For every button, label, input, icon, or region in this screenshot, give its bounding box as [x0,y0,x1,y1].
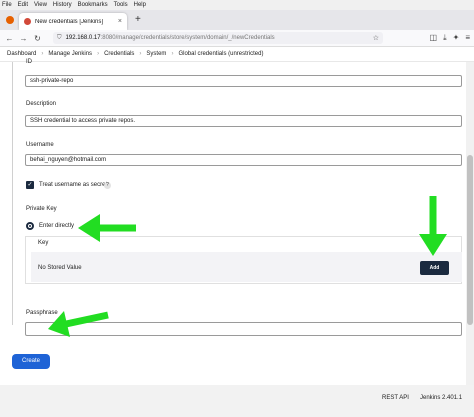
form-left-border [12,62,13,325]
page-footer: REST API Jenkins 2.401.1 [0,385,474,417]
url-path: :8080/manage/credentials/store/system/do… [100,35,275,41]
passphrase-input[interactable] [25,322,462,336]
id-label: ID [26,59,32,65]
create-button[interactable]: Create [12,354,50,369]
description-label: Description [26,101,57,107]
jenkins-favicon-icon [24,18,31,25]
jenkins-version-link[interactable]: Jenkins 2.401.1 [420,395,462,401]
reload-icon[interactable]: ↻ [32,34,43,43]
add-key-button[interactable]: Add [420,261,449,275]
pocket-icon[interactable]: ◫ [430,33,438,43]
app-menu-icon[interactable]: ≡ [465,33,470,43]
treat-username-secret-checkbox[interactable]: ✓ [26,181,34,189]
description-input[interactable]: SSH credential to access private repos. [25,115,462,127]
tab-close-icon[interactable]: × [118,18,122,25]
menu-file[interactable]: File [2,2,12,8]
url-host: 192.168.0.17 [65,35,101,41]
help-icon[interactable]: ? [104,182,111,189]
forward-icon[interactable]: → [18,34,29,43]
username-label: Username [26,142,54,148]
id-input[interactable]: ssh-private-repo [25,75,462,87]
breadcrumb-manage-jenkins[interactable]: Manage Jenkins [48,51,92,57]
menu-tools[interactable]: Tools [114,2,128,8]
tab-new-credentials[interactable]: New credentials [Jenkins] × [19,13,127,30]
menu-help[interactable]: Help [134,2,146,8]
username-input[interactable]: behai_nguyen@hotmail.com [25,154,462,166]
breadcrumb-separator: › [41,51,44,57]
menu-bookmarks[interactable]: Bookmarks [78,2,108,8]
rest-api-link[interactable]: REST API [382,395,409,401]
menu-bar: File Edit View History Bookmarks Tools H… [0,0,474,10]
tab-strip: New credentials [Jenkins] × + [0,10,474,30]
page-info-icon[interactable]: ⛉ [57,35,62,42]
breadcrumb-credentials[interactable]: Credentials [104,51,134,57]
breadcrumb-separator: › [139,51,142,57]
extensions-icon[interactable]: ✦ [453,33,460,43]
scrollbar-thumb[interactable] [467,155,473,325]
tab-title: New credentials [Jenkins] [35,18,104,25]
nav-bar: ← → ↻ ⛉ 192.168.0.17 :8080/manage/creden… [0,30,474,47]
breadcrumb-separator: › [171,51,174,57]
new-tab-button[interactable]: + [135,14,141,25]
url-bar[interactable]: ⛉ 192.168.0.17 :8080/manage/credentials/… [53,32,383,44]
firefox-view-icon[interactable] [6,16,14,24]
enter-directly-label: Enter directly [39,223,75,229]
no-stored-value-text: No Stored Value [38,265,82,271]
breadcrumb-separator: › [97,51,100,57]
breadcrumb-global-credentials[interactable]: Global credentials (unrestricted) [178,51,263,57]
key-stored-value-box [31,252,462,282]
breadcrumb-system[interactable]: System [146,51,166,57]
menu-history[interactable]: History [53,2,72,8]
downloads-icon[interactable]: ⤓ [443,33,447,43]
menu-view[interactable]: View [34,2,47,8]
passphrase-label: Passphrase [26,310,58,316]
breadcrumb: Dashboard › Manage Jenkins › Credentials… [0,47,474,62]
private-key-label: Private Key [26,206,57,212]
bookmark-star-icon[interactable]: ☆ [373,34,379,42]
key-label: Key [38,240,49,246]
enter-directly-radio[interactable] [26,222,34,230]
treat-username-secret-label: Treat username as secret [39,182,108,188]
back-icon[interactable]: ← [4,34,15,43]
breadcrumb-dashboard[interactable]: Dashboard [7,51,36,57]
menu-edit[interactable]: Edit [18,2,28,8]
